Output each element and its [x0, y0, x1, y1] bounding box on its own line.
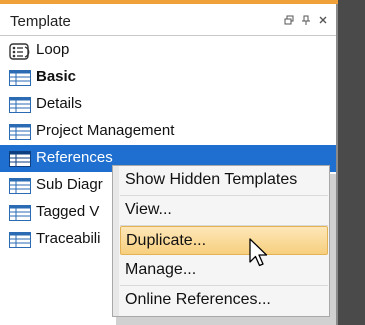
menu-item-label: View... [125, 201, 172, 218]
template-label: Loop [36, 41, 70, 58]
pin-icon[interactable] [301, 15, 311, 25]
menu-item-label: Duplicate... [126, 232, 207, 249]
template-label: Project Management [36, 122, 175, 139]
menu-item-show-hidden-templates[interactable]: Show Hidden Templates [120, 166, 328, 195]
template-item-details[interactable]: Details [0, 91, 336, 118]
table-icon [9, 205, 31, 221]
template-label: References [36, 149, 113, 166]
template-label: Basic [36, 68, 77, 85]
table-icon [9, 70, 31, 86]
template-label: Tagged V [36, 203, 100, 220]
menu-item-online-references[interactable]: Online References... [120, 286, 328, 315]
panel-title: Template [10, 13, 71, 30]
panel-header: Template [0, 4, 336, 36]
template-item-project-management[interactable]: Project Management [0, 118, 336, 145]
menu-item-manage[interactable]: Manage... [120, 256, 328, 285]
context-menu-gutter [113, 166, 119, 316]
menu-item-duplicate[interactable]: Duplicate... [120, 226, 328, 255]
table-icon [9, 124, 31, 140]
restore-icon[interactable] [284, 15, 294, 25]
template-item-basic[interactable]: Basic [0, 64, 336, 91]
template-label: Details [36, 95, 82, 112]
table-icon [9, 232, 31, 248]
table-icon [9, 97, 31, 113]
panel-header-icons [284, 15, 328, 25]
template-label: Sub Diagr [36, 176, 103, 193]
menu-item-view[interactable]: View... [120, 196, 328, 225]
menu-item-label: Show Hidden Templates [125, 171, 298, 188]
template-item-loop[interactable]: Loop [0, 37, 336, 64]
context-menu: Show Hidden Templates View... Duplicate.… [112, 165, 330, 317]
loop-template-icon [9, 43, 31, 60]
template-label: Traceabili [36, 230, 101, 247]
menu-item-label: Online References... [125, 291, 271, 308]
menu-item-label: Manage... [125, 261, 197, 278]
table-icon [9, 178, 31, 194]
mouse-pointer-icon [248, 238, 270, 268]
close-icon[interactable] [318, 15, 328, 25]
table-icon [9, 151, 31, 167]
